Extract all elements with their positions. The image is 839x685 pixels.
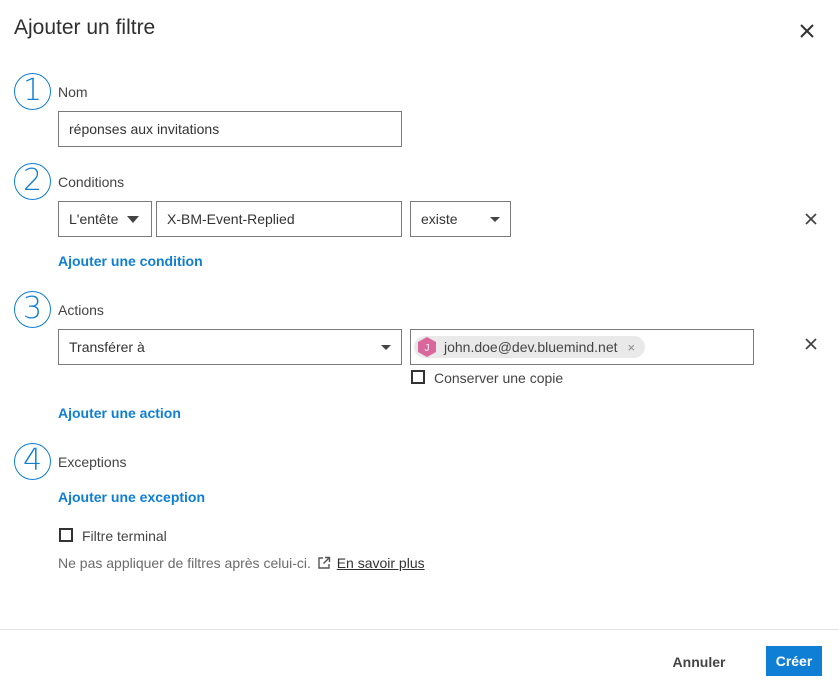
condition-operator-select[interactable]: existe: [410, 201, 511, 237]
header-name-input[interactable]: X-BM-Event-Replied: [156, 201, 402, 237]
remove-condition-button[interactable]: [803, 211, 819, 227]
filter-name-input[interactable]: réponses aux invitations: [58, 111, 402, 147]
action-type-value: Transférer à: [69, 339, 145, 355]
caret-down-icon: [127, 216, 139, 223]
terminal-hint-text: Ne pas appliquer de filtres après celui-…: [58, 555, 311, 571]
keep-copy-label: Conserver une copie: [434, 370, 564, 386]
recipient-email: john.doe@dev.bluemind.net: [444, 339, 618, 355]
learn-more-link[interactable]: En savoir plus: [337, 555, 425, 571]
remove-action-button[interactable]: [803, 336, 819, 352]
dialog-title: Ajouter un filtre: [14, 16, 156, 39]
external-link-icon: [318, 556, 330, 569]
step-number-3: 3: [14, 291, 51, 328]
condition-operator-value: existe: [421, 211, 458, 227]
close-icon: [805, 213, 817, 225]
condition-field-select[interactable]: L'entête: [58, 201, 152, 237]
avatar-letter: J: [425, 343, 430, 354]
terminal-filter-label: Filtre terminal: [82, 528, 167, 544]
create-button[interactable]: Créer: [766, 646, 822, 676]
close-icon: [800, 24, 814, 38]
recipient-chip: J john.doe@dev.bluemind.net ×: [414, 336, 646, 359]
avatar: J: [418, 337, 436, 357]
remove-recipient-button[interactable]: ×: [628, 337, 636, 359]
add-exception-link[interactable]: Ajouter une exception: [58, 489, 205, 505]
caret-down-icon: [490, 217, 500, 222]
step-number-1: 1: [14, 73, 51, 110]
conditions-section-label: Conditions: [58, 174, 125, 190]
add-condition-link[interactable]: Ajouter une condition: [58, 253, 203, 269]
terminal-hint: Ne pas appliquer de filtres après celui-…: [58, 555, 425, 571]
exceptions-section-label: Exceptions: [58, 454, 127, 470]
actions-section-label: Actions: [58, 302, 104, 318]
action-type-select[interactable]: Transférer à: [58, 329, 402, 365]
cancel-button[interactable]: Annuler: [660, 647, 738, 677]
add-action-link[interactable]: Ajouter une action: [58, 405, 181, 421]
keep-copy-checkbox[interactable]: [411, 370, 425, 384]
name-section-label: Nom: [58, 84, 88, 100]
condition-field-value: L'entête: [69, 211, 119, 227]
close-icon: [805, 338, 817, 350]
footer-divider: [0, 629, 839, 630]
step-number-2: 2: [14, 163, 51, 200]
terminal-filter-checkbox[interactable]: [59, 528, 73, 542]
step-number-4: 4: [14, 443, 51, 480]
close-dialog-button[interactable]: [794, 18, 820, 44]
caret-down-icon: [381, 345, 391, 350]
